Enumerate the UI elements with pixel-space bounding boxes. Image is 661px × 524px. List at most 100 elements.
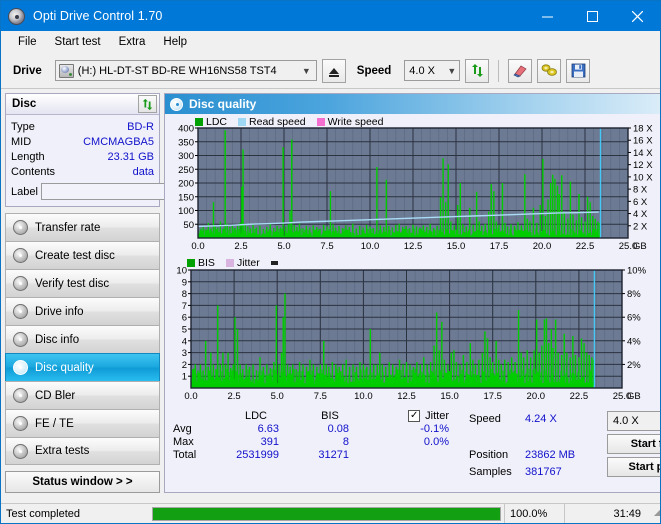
stats-header-ldc: LDC bbox=[244, 410, 267, 422]
progress-percent: 100.0% bbox=[504, 503, 564, 523]
stats-total-ldc: 2531999 bbox=[236, 449, 279, 461]
toolbar-separator bbox=[498, 59, 500, 82]
stats-avg-bis: 0.08 bbox=[327, 423, 349, 435]
disc-panel-title: Disc bbox=[12, 98, 37, 110]
legend-label-bis: BIS bbox=[198, 257, 215, 269]
sidebar-item-verify-test-disc[interactable]: Verify test disc bbox=[5, 269, 160, 297]
resize-grip[interactable]: ◢ bbox=[646, 508, 660, 519]
svg-text:10 X: 10 X bbox=[633, 172, 653, 183]
svg-text:8%: 8% bbox=[627, 289, 641, 300]
refresh-button[interactable] bbox=[465, 58, 490, 83]
svg-text:16 X: 16 X bbox=[633, 136, 653, 147]
app-window: Opti Drive Control 1.70 File Start test … bbox=[0, 0, 661, 524]
sidebar-item-disc-quality[interactable]: Disc quality bbox=[5, 353, 160, 381]
test-buttons: 4.0 X ▼ Start full Start part bbox=[607, 410, 660, 492]
progress-track bbox=[152, 506, 501, 521]
svg-text:4 X: 4 X bbox=[633, 209, 648, 220]
svg-text:17.5: 17.5 bbox=[483, 391, 502, 402]
stats-max-ldc: 391 bbox=[260, 436, 279, 448]
legend-swatch-jitter bbox=[225, 259, 234, 267]
tools-button[interactable] bbox=[537, 58, 562, 83]
stats-avg-jitter: -0.1% bbox=[420, 423, 449, 435]
drive-toolbar: Drive (H:) HL-DT-ST BD-RE WH16NS58 TST4 … bbox=[1, 53, 660, 89]
test-speed-select[interactable]: 4.0 X ▼ bbox=[607, 411, 660, 431]
close-icon[interactable] bbox=[615, 1, 660, 31]
content-panel: Disc quality LDC Read speed Write speed … bbox=[164, 93, 660, 493]
maximize-icon[interactable] bbox=[570, 1, 615, 31]
menu-item-file[interactable]: File bbox=[9, 34, 46, 50]
svg-text:10.0: 10.0 bbox=[354, 391, 373, 402]
menu-item-extra[interactable]: Extra bbox=[110, 34, 155, 50]
speed-readout-value: 4.24 X bbox=[525, 412, 557, 425]
svg-text:6%: 6% bbox=[627, 313, 641, 324]
start-part-button[interactable]: Start part bbox=[607, 457, 660, 477]
stats-max-jitter: 0.0% bbox=[423, 436, 449, 448]
position-value: 23862 MB bbox=[525, 448, 576, 461]
sidebar-item-drive-info[interactable]: Drive info bbox=[5, 297, 160, 325]
sidebar-label: Extra tests bbox=[35, 445, 90, 457]
svg-text:9: 9 bbox=[182, 277, 187, 288]
sidebar-label: Drive info bbox=[35, 305, 84, 318]
stats-row-total-label: Total bbox=[173, 449, 197, 461]
content-header: Disc quality bbox=[165, 94, 660, 114]
chevron-down-icon: ▼ bbox=[301, 65, 311, 76]
sidebar-label: Disc info bbox=[35, 333, 80, 346]
sidebar-item-cd-bler[interactable]: CD Bler bbox=[5, 381, 160, 409]
window-controls bbox=[525, 1, 660, 31]
menu-item-help[interactable]: Help bbox=[154, 34, 196, 50]
refresh-icon bbox=[471, 64, 483, 77]
menu-item-start-test[interactable]: Start test bbox=[46, 34, 110, 50]
erase-button[interactable] bbox=[508, 58, 533, 83]
title-bar: Opti Drive Control 1.70 bbox=[1, 1, 660, 31]
bis-chart-legend: BIS Jitter bbox=[187, 257, 278, 269]
svg-text:350: 350 bbox=[178, 137, 194, 148]
legend-label-read-speed: Read speed bbox=[249, 116, 306, 128]
refresh-icon bbox=[142, 98, 153, 110]
disc-label-row: Label bbox=[11, 182, 242, 201]
app-disc-icon bbox=[8, 7, 25, 25]
disc-type-value: BD-R bbox=[127, 120, 154, 133]
progress-fill bbox=[153, 507, 500, 520]
jitter-checkbox[interactable]: ✓ bbox=[408, 410, 421, 422]
disc-icon bbox=[13, 443, 28, 459]
position-label: Position bbox=[469, 448, 509, 461]
disc-refresh-button[interactable] bbox=[138, 95, 157, 113]
minimize-icon[interactable] bbox=[525, 1, 570, 31]
status-message: Test completed bbox=[6, 507, 80, 520]
svg-text:15.0: 15.0 bbox=[447, 241, 466, 252]
elapsed-time: 31:49 bbox=[564, 503, 646, 523]
legend-swatch-bis bbox=[187, 259, 195, 267]
disc-type-label: Type bbox=[11, 120, 35, 133]
svg-text:12.5: 12.5 bbox=[397, 391, 416, 402]
sidebar-item-extra-tests[interactable]: Extra tests bbox=[5, 437, 160, 465]
drive-select[interactable]: (H:) HL-DT-ST BD-RE WH16NS58 TST4 ▼ bbox=[54, 60, 317, 81]
legend-label-write-speed: Write speed bbox=[327, 116, 384, 128]
speed-select-value: 4.0 X bbox=[409, 64, 435, 77]
ldc-chart[interactable]: 501001502002503003504002 X4 X6 X8 X10 X1… bbox=[165, 114, 660, 256]
start-full-button[interactable]: Start full bbox=[607, 434, 660, 454]
legend-label-jitter: Jitter bbox=[236, 257, 260, 269]
eject-button[interactable] bbox=[321, 58, 346, 83]
stats-row-max-label: Max bbox=[173, 436, 194, 448]
svg-text:250: 250 bbox=[178, 165, 194, 176]
test-speed-value: 4.0 X bbox=[613, 415, 639, 427]
bis-chart[interactable]: 12345678910 2% 4% 6% 8% 10% 0.0 2.5 5.0 7.5 10.0 12… bbox=[165, 256, 660, 406]
left-sidebar: Disc Type BD-R MID CMCMAGBA5 Length 23.3… bbox=[5, 93, 242, 493]
drive-select-value: (H:) HL-DT-ST BD-RE WH16NS58 TST4 bbox=[77, 64, 277, 77]
sidebar-item-fe-te[interactable]: FE / TE bbox=[5, 409, 160, 437]
status-window-button[interactable]: Status window > > bbox=[5, 471, 160, 493]
sidebar-item-create-test-disc[interactable]: Create test disc bbox=[5, 241, 160, 269]
stats-total-jitter bbox=[365, 449, 455, 461]
stats-corner bbox=[165, 410, 217, 422]
svg-text:8: 8 bbox=[182, 289, 187, 300]
disc-mid-value: CMCMAGBA5 bbox=[83, 135, 154, 148]
stats-total-bis: 31271 bbox=[318, 449, 349, 461]
sidebar-item-transfer-rate[interactable]: Transfer rate bbox=[5, 213, 160, 241]
svg-text:6 X: 6 X bbox=[633, 197, 648, 208]
drive-label: Drive bbox=[13, 64, 42, 77]
save-button[interactable] bbox=[566, 58, 591, 83]
svg-text:20.0: 20.0 bbox=[527, 391, 546, 402]
speed-select[interactable]: 4.0 X ▼ bbox=[404, 60, 461, 81]
disc-length-value: 23.31 GB bbox=[107, 150, 154, 163]
sidebar-item-disc-info[interactable]: Disc info bbox=[5, 325, 160, 353]
